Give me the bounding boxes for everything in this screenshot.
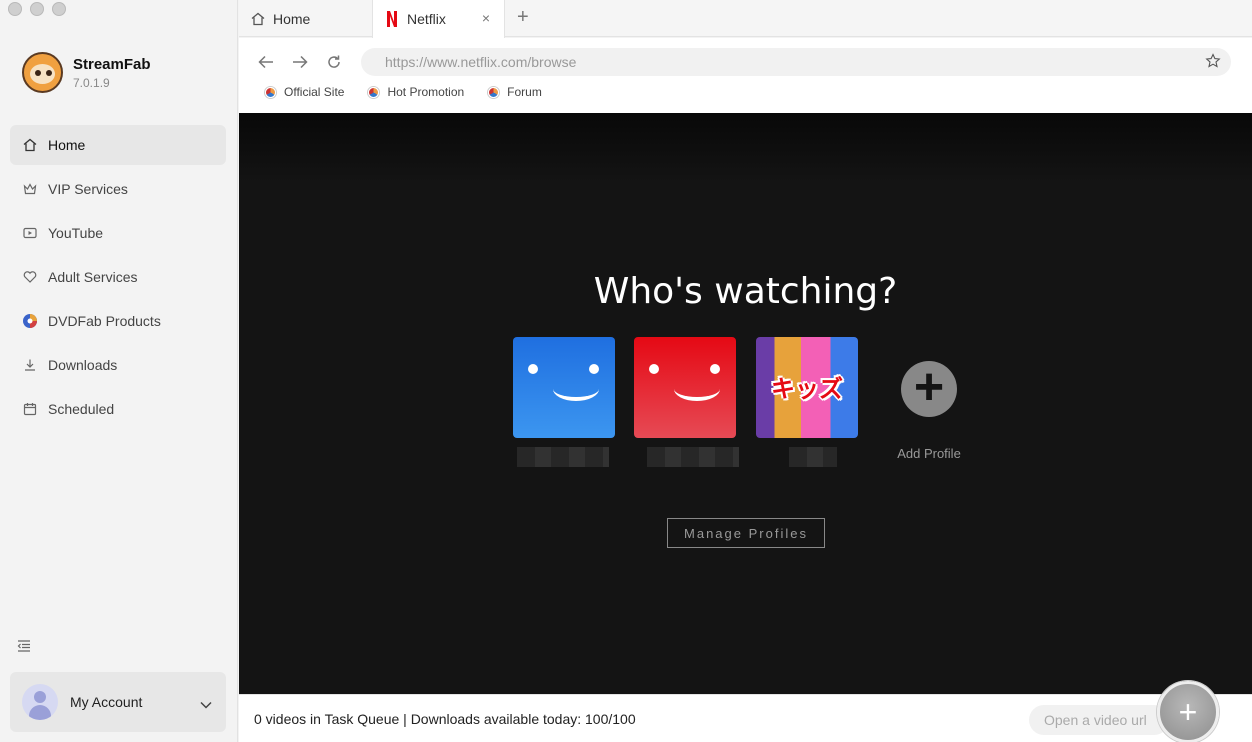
window-controls bbox=[8, 2, 66, 16]
profile-tile-2[interactable] bbox=[634, 337, 736, 438]
profile-name-redacted bbox=[517, 447, 609, 467]
dvdfab-icon bbox=[488, 86, 500, 98]
tab-label: Netflix bbox=[407, 11, 446, 27]
sidebar-nav: Home VIP Services YouTube Adult Services… bbox=[10, 125, 226, 433]
sidebar-item-label: VIP Services bbox=[48, 181, 128, 197]
add-profile-button[interactable]: + bbox=[901, 361, 957, 417]
download-icon bbox=[22, 357, 38, 373]
avatar bbox=[22, 684, 58, 720]
sidebar-item-home[interactable]: Home bbox=[10, 125, 226, 165]
account-menu[interactable]: My Account bbox=[10, 672, 226, 732]
sidebar-item-adult-services[interactable]: Adult Services bbox=[10, 257, 226, 297]
minimize-window-button[interactable] bbox=[30, 2, 44, 16]
bookmark-label: Official Site bbox=[284, 85, 345, 99]
bookmark-hot-promotion[interactable]: Hot Promotion bbox=[368, 85, 464, 99]
url-text: https://www.netflix.com/browse bbox=[385, 54, 577, 70]
close-window-button[interactable] bbox=[8, 2, 22, 16]
profile-name-redacted bbox=[647, 447, 739, 467]
back-button[interactable] bbox=[254, 50, 278, 74]
sidebar-item-label: Adult Services bbox=[48, 269, 138, 285]
header-gradient bbox=[239, 113, 1252, 183]
add-task-button[interactable]: + bbox=[1157, 681, 1219, 742]
app-name: StreamFab bbox=[73, 55, 151, 73]
sidebar-item-label: Downloads bbox=[48, 357, 118, 373]
chevron-down-icon bbox=[200, 696, 212, 714]
crown-icon bbox=[22, 181, 38, 197]
forward-button[interactable] bbox=[288, 50, 312, 74]
dvdfab-icon bbox=[22, 313, 38, 329]
profile-name-redacted bbox=[789, 447, 837, 467]
home-icon bbox=[22, 137, 38, 153]
collapse-sidebar-icon[interactable] bbox=[17, 639, 31, 653]
tab-bar: Home Netflix × + bbox=[239, 0, 1252, 38]
manage-profiles-button[interactable]: Manage Profiles bbox=[667, 518, 825, 548]
tab-netflix[interactable]: Netflix × bbox=[372, 0, 505, 38]
sidebar-item-label: YouTube bbox=[48, 225, 104, 241]
netflix-profile-page: Who's watching? キッズ + Add Profile Manage… bbox=[239, 113, 1252, 694]
app-version: 7.0.1.9 bbox=[73, 75, 110, 90]
new-tab-button[interactable]: + bbox=[517, 6, 529, 29]
tab-label: Home bbox=[273, 10, 311, 27]
sidebar-item-dvdfab-products[interactable]: DVDFab Products bbox=[10, 301, 226, 341]
netflix-icon bbox=[387, 11, 397, 27]
account-label: My Account bbox=[70, 694, 143, 710]
sidebar: StreamFab 7.0.1.9 Home VIP Services YouT… bbox=[0, 0, 238, 742]
tab-home[interactable]: Home bbox=[239, 0, 372, 37]
youtube-icon bbox=[22, 225, 38, 241]
sidebar-item-label: Scheduled bbox=[48, 401, 115, 417]
kids-label: キッズ bbox=[771, 375, 843, 403]
maximize-window-button[interactable] bbox=[52, 2, 66, 16]
sidebar-item-label: Home bbox=[48, 137, 86, 153]
calendar-icon bbox=[22, 401, 38, 417]
brand: StreamFab 7.0.1.9 bbox=[22, 52, 151, 93]
profile-tile-1[interactable] bbox=[513, 337, 615, 438]
bookmark-forum[interactable]: Forum bbox=[488, 85, 542, 99]
reload-button[interactable] bbox=[322, 50, 346, 74]
sidebar-item-vip-services[interactable]: VIP Services bbox=[10, 169, 226, 209]
dvdfab-icon bbox=[368, 86, 380, 98]
plus-icon: + bbox=[913, 358, 945, 416]
status-bar: 0 videos in Task Queue | Downloads avail… bbox=[239, 681, 1252, 742]
dvdfab-icon bbox=[265, 86, 276, 98]
close-tab-icon[interactable]: × bbox=[482, 10, 490, 26]
task-queue-status: 0 videos in Task Queue | Downloads avail… bbox=[254, 711, 636, 727]
page-title: Who's watching? bbox=[593, 271, 898, 312]
sidebar-item-downloads[interactable]: Downloads bbox=[10, 345, 226, 385]
heart-icon bbox=[22, 269, 38, 285]
bookmark-official-site[interactable]: Official Site bbox=[265, 85, 344, 99]
star-icon[interactable] bbox=[1205, 53, 1221, 72]
streamfab-logo-icon bbox=[22, 52, 63, 93]
add-profile-label: Add Profile bbox=[897, 446, 961, 461]
bookmark-label: Hot Promotion bbox=[387, 85, 465, 99]
profile-tile-kids[interactable]: キッズ bbox=[756, 337, 858, 438]
sidebar-item-youtube[interactable]: YouTube bbox=[10, 213, 226, 253]
sidebar-item-scheduled[interactable]: Scheduled bbox=[10, 389, 226, 429]
open-video-url-input[interactable]: Open a video url bbox=[1029, 705, 1169, 735]
address-bar[interactable]: https://www.netflix.com/browse bbox=[361, 48, 1231, 76]
browser-toolbar: https://www.netflix.com/browse Official … bbox=[239, 38, 1252, 113]
home-icon bbox=[251, 12, 265, 26]
bookmark-label: Forum bbox=[507, 85, 542, 99]
plus-icon: + bbox=[1178, 693, 1198, 730]
bookmarks-bar: Official Site Hot Promotion Forum bbox=[265, 85, 542, 99]
sidebar-item-label: DVDFab Products bbox=[48, 313, 161, 329]
